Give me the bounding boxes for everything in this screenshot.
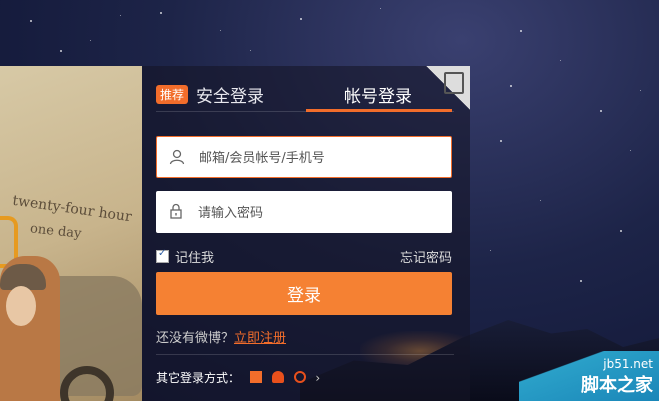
poster-image: twenty-four hour one day xyxy=(0,66,142,401)
other-login-label: 其它登录方式： xyxy=(156,371,241,385)
recommend-badge: 推荐 xyxy=(156,85,189,104)
login-panel: 推荐 安全登录 帐号登录 记住我 忘记密码 登录 还没有微博？立即注册 其它登录… xyxy=(142,66,470,401)
tab-safe-login[interactable]: 安全登录 xyxy=(196,82,264,107)
user-icon xyxy=(169,149,185,165)
tab-account-login[interactable]: 帐号登录 xyxy=(344,82,412,107)
login-tabs: 推荐 安全登录 帐号登录 xyxy=(156,82,454,112)
watermark-site: jb51.net xyxy=(603,357,653,371)
tab-active-indicator xyxy=(306,109,452,112)
register-prompt-text: 还没有微博？ xyxy=(156,331,235,346)
poster-head xyxy=(6,286,36,326)
more-arrow-icon[interactable]: › xyxy=(315,371,320,385)
username-input[interactable] xyxy=(197,137,441,179)
remember-checkbox[interactable] xyxy=(156,248,169,263)
poster-text: twenty-four hour xyxy=(11,192,133,226)
login-button[interactable]: 登录 xyxy=(156,272,452,315)
register-prompt: 还没有微博？立即注册 xyxy=(156,327,286,346)
password-input[interactable] xyxy=(196,191,440,235)
watermark-name: 脚本之家 xyxy=(581,375,653,396)
remember-me[interactable]: 记住我 xyxy=(156,247,214,266)
other-login: 其它登录方式： › xyxy=(156,369,320,386)
lock-icon xyxy=(170,203,182,219)
poster-text: one day xyxy=(29,221,83,242)
divider xyxy=(156,354,454,355)
alipay-icon[interactable] xyxy=(271,371,284,383)
username-field[interactable] xyxy=(156,136,452,179)
forgot-password-link[interactable]: 忘记密码 xyxy=(400,247,452,266)
register-link[interactable]: 立即注册 xyxy=(234,331,286,346)
password-field[interactable] xyxy=(156,191,452,235)
taobao-icon[interactable] xyxy=(249,371,262,383)
site-watermark: jb51.net 脚本之家 xyxy=(581,357,653,397)
remember-label: 记住我 xyxy=(175,251,215,266)
weibo-icon[interactable] xyxy=(293,371,306,383)
